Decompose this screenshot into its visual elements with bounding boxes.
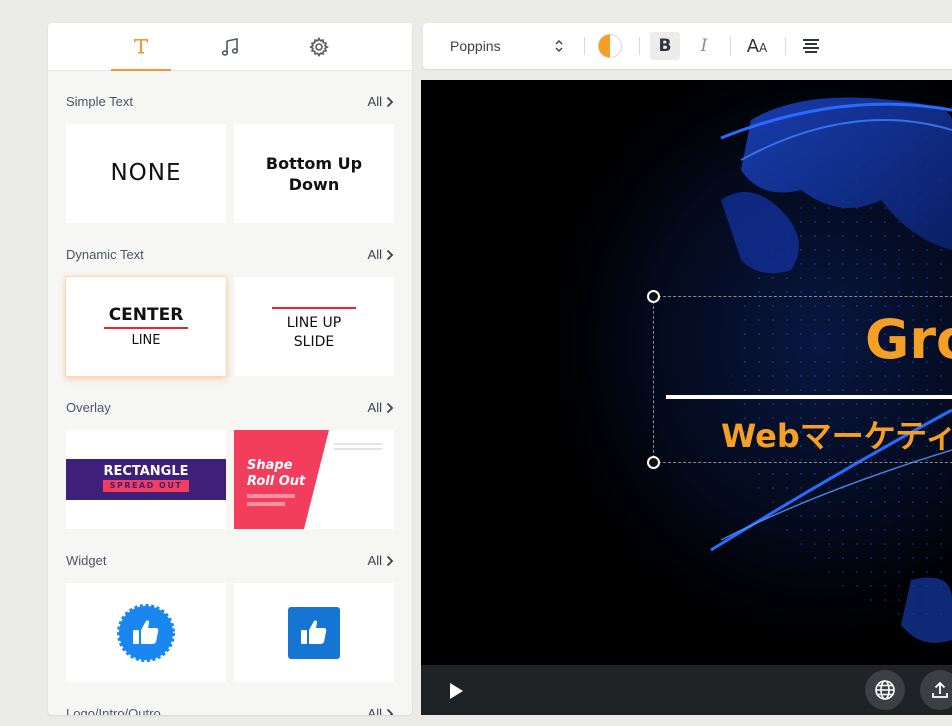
card-label-line1: Bottom Up: [265, 154, 363, 173]
select-arrows-icon: [555, 40, 563, 52]
upload-icon: [932, 681, 948, 698]
section-title: Logo/Intro/Outro: [66, 706, 161, 715]
chevron-right-icon: [386, 708, 394, 715]
panel-tabs: [48, 23, 412, 71]
italic-icon: I: [700, 36, 708, 56]
chevron-right-icon: [386, 249, 394, 260]
color-swatch-icon: [598, 34, 622, 58]
card-red-rule: [104, 327, 188, 329]
chevron-right-icon: [386, 402, 394, 413]
template-card-thumbs-up-square[interactable]: [234, 583, 394, 682]
card-label-line2: Roll Out: [247, 474, 306, 489]
tab-settings[interactable]: [289, 23, 349, 70]
font-family-value: Poppins: [450, 38, 501, 54]
globe-icon: [875, 680, 895, 700]
tab-music[interactable]: [200, 23, 260, 70]
chevron-right-icon: [386, 96, 394, 107]
card-red-rule: [272, 307, 356, 309]
toolbar-divider: [584, 37, 585, 55]
template-card-line-up-slide[interactable]: LINE UP SLIDE: [234, 277, 394, 376]
see-all-link[interactable]: All: [368, 247, 394, 262]
text-color-button[interactable]: [595, 23, 625, 69]
thumbs-up-badge-icon: [117, 604, 175, 662]
template-card-thumbs-up-badge[interactable]: [66, 583, 226, 682]
music-note-icon: [221, 37, 239, 56]
template-card-bottom-up-down[interactable]: Bottom Up Down: [234, 124, 394, 223]
italic-button[interactable]: I: [689, 23, 719, 69]
stage-divider-line: [666, 395, 952, 399]
card-label-line2: SLIDE: [293, 334, 335, 350]
section-simple-text: Simple Text All NONE Bottom Up Down: [66, 92, 394, 223]
tab-text[interactable]: [111, 23, 171, 71]
card-label-line1: LINE UP: [286, 315, 342, 331]
text-icon: [134, 39, 148, 54]
toolbar-divider: [639, 37, 640, 55]
resize-handle-top-left[interactable]: [647, 290, 660, 303]
play-button[interactable]: [441, 678, 471, 704]
font-size-icon: AA: [746, 35, 768, 57]
see-all-link[interactable]: All: [368, 706, 394, 715]
stage-subtitle-text: Webマーケティ: [721, 417, 952, 455]
section-title: Widget: [66, 553, 107, 568]
template-card-shape-roll-out[interactable]: Shape Roll Out: [234, 430, 394, 529]
card-label-line2: SPREAD OUT: [103, 480, 189, 492]
chevron-right-icon: [386, 555, 394, 566]
section-widget: Widget All: [66, 551, 394, 682]
section-title: Simple Text: [66, 94, 133, 109]
bold-icon: B: [658, 36, 672, 56]
play-icon: [450, 683, 463, 699]
thumbs-up-square-icon: [288, 607, 340, 659]
text-align-button[interactable]: [797, 23, 825, 69]
section-logo-intro-outro: Logo/Intro/Outro All: [66, 704, 394, 715]
template-card-center-line[interactable]: CENTER LINE: [66, 277, 226, 376]
stage-title-text: Gro: [865, 308, 952, 371]
card-label-wrap: Bottom Up Down: [234, 153, 394, 195]
see-all-link[interactable]: All: [368, 400, 394, 415]
resize-handle-bottom-left[interactable]: [647, 456, 660, 469]
card-label-wrap: Shape Roll Out: [247, 458, 305, 490]
see-all-link[interactable]: All: [368, 94, 394, 109]
section-dynamic-text: Dynamic Text All CENTER LINE LINE UP SLI…: [66, 245, 394, 376]
toolbar-divider: [785, 37, 786, 55]
card-label-line1: RECTANGLE: [103, 464, 189, 479]
align-center-icon: [803, 39, 819, 53]
bold-button[interactable]: B: [650, 32, 680, 60]
font-size-button[interactable]: AA: [741, 23, 773, 69]
see-all-link[interactable]: All: [368, 553, 394, 568]
card-label-line1: Shape: [247, 458, 293, 473]
gear-icon: [309, 36, 329, 57]
language-button[interactable]: [865, 670, 905, 710]
card-label-line2: Down: [288, 175, 340, 194]
section-overlay: Overlay All RECTANGLE SPREAD OUT Shape R…: [66, 398, 394, 529]
section-title: Overlay: [66, 400, 111, 415]
text-template-panel: Simple Text All NONE Bottom Up Down Dyna…: [48, 23, 412, 715]
template-card-rectangle-spread-out[interactable]: RECTANGLE SPREAD OUT: [66, 430, 226, 529]
toolbar-divider: [730, 37, 731, 55]
card-label-line2: LINE: [131, 333, 161, 348]
template-list[interactable]: Simple Text All NONE Bottom Up Down Dyna…: [48, 72, 412, 715]
playback-controls: [421, 665, 952, 715]
card-label-line1: CENTER: [108, 305, 184, 325]
text-format-toolbar: Poppins B I AA: [423, 23, 952, 69]
template-card-none[interactable]: NONE: [66, 124, 226, 223]
section-title: Dynamic Text: [66, 247, 144, 262]
video-preview-canvas[interactable]: Gro Webマーケティ: [421, 80, 952, 665]
font-family-select[interactable]: Poppins: [437, 23, 569, 69]
card-label: NONE: [110, 160, 182, 186]
card-label-wrap: LINE UP SLIDE: [234, 314, 394, 352]
export-button[interactable]: [920, 670, 952, 710]
